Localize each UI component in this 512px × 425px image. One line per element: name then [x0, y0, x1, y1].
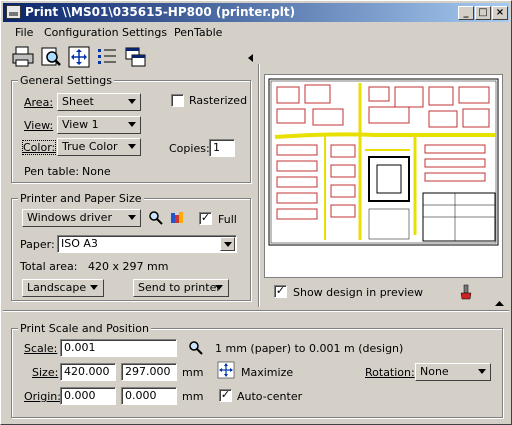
list-icon[interactable]: [95, 45, 119, 69]
orientation-button[interactable]: Landscape: [22, 279, 104, 297]
area-select[interactable]: Sheet: [57, 93, 141, 111]
scale-input[interactable]: 0.001: [60, 339, 177, 357]
menu-configuration[interactable]: Configuration: [44, 26, 119, 39]
chevron-down-icon: [128, 122, 136, 127]
rotation-select[interactable]: None: [415, 363, 491, 381]
chevron-down-icon: [478, 369, 486, 374]
total-area-label: Total area:: [20, 260, 78, 273]
size-label: Size:: [32, 366, 59, 379]
pentable-label: Pen table:: [24, 165, 80, 178]
full-checkbox[interactable]: ✓: [199, 212, 212, 225]
color-select[interactable]: True Color: [57, 138, 141, 156]
paper-select[interactable]: ISO A3: [57, 235, 237, 253]
origin-unit: mm: [182, 390, 204, 403]
printer-properties-icon[interactable]: [169, 210, 185, 226]
chevron-down-icon: [215, 285, 223, 290]
scale-description: 1 mm (paper) to 0.001 m (design): [215, 342, 404, 355]
view-label: View:: [24, 119, 54, 132]
printer-icon[interactable]: [11, 45, 35, 69]
origin-y-input[interactable]: 0.000: [121, 387, 177, 405]
color-label: Color:: [21, 140, 57, 155]
scale-label: Scale:: [24, 342, 58, 355]
color-value: True Color: [62, 140, 118, 153]
autocenter-label: Auto-center: [237, 390, 303, 403]
menu-pentable[interactable]: PenTable: [174, 26, 222, 39]
maximize-icon[interactable]: [217, 361, 235, 379]
pen-icon[interactable]: [459, 284, 473, 300]
printer-title-icon: [6, 5, 21, 19]
autocenter-checkbox[interactable]: ✓: [219, 389, 232, 402]
menu-bar: File Configuration Settings PenTable: [3, 24, 509, 42]
chevron-down-icon: [128, 215, 136, 220]
chevron-down-icon: [128, 144, 136, 149]
show-design-checkbox[interactable]: ✓: [274, 285, 287, 298]
general-settings-title: General Settings: [18, 74, 114, 87]
copies-label: Copies:: [169, 142, 210, 155]
total-area-value: 420 x 297 mm: [88, 260, 169, 273]
title-bar: Print \\MS01\035615-HP800 (printer.plt) …: [3, 3, 509, 22]
area-value: Sheet: [62, 95, 94, 108]
area-label: Area:: [24, 96, 54, 109]
window-title: Print \\MS01\035615-HP800 (printer.plt): [25, 5, 296, 19]
print-dialog: Print \\MS01\035615-HP800 (printer.plt) …: [0, 0, 512, 425]
paper-dropdown-button[interactable]: [220, 237, 235, 251]
plot-preview: [264, 74, 503, 278]
drawing-preview-image: [268, 78, 499, 246]
rotation-label: Rotation:: [365, 366, 415, 379]
full-label: Full: [218, 213, 237, 226]
view-value: View 1: [62, 118, 99, 131]
window-icon[interactable]: [123, 45, 147, 69]
menu-file[interactable]: File: [15, 26, 33, 39]
paper-value: ISO A3: [61, 237, 98, 250]
printer-paper-title: Printer and Paper Size: [18, 192, 144, 205]
fit-icon[interactable]: [67, 45, 91, 69]
rasterized-checkbox[interactable]: [171, 94, 184, 107]
send-to-printer-button[interactable]: Send to printer: [133, 279, 229, 297]
origin-label: Origin:: [24, 390, 61, 403]
minimize-button[interactable]: _: [458, 6, 474, 20]
send-to-printer-label: Send to printer: [138, 281, 221, 294]
size-height-input[interactable]: 297.000: [121, 363, 177, 381]
rasterized-label: Rasterized: [189, 94, 248, 107]
pentable-value: None: [82, 165, 111, 178]
origin-x-input[interactable]: 0.000: [60, 387, 116, 405]
chevron-down-icon: [128, 99, 136, 104]
driver-select[interactable]: Windows driver: [22, 209, 141, 227]
orientation-value: Landscape: [27, 281, 87, 294]
preview-icon[interactable]: [39, 45, 63, 69]
menu-settings[interactable]: Settings: [122, 26, 167, 39]
size-unit: mm: [182, 366, 204, 379]
chevron-down-icon: [224, 242, 232, 247]
panel-separator: [258, 64, 260, 307]
driver-value: Windows driver: [27, 211, 112, 224]
size-width-input[interactable]: 420.000: [60, 363, 116, 381]
collapse-up-icon[interactable]: [495, 300, 504, 307]
collapse-left-icon[interactable]: [247, 54, 255, 62]
copies-input[interactable]: 1: [209, 139, 235, 157]
maximize-button[interactable]: □: [475, 6, 491, 20]
chevron-down-icon: [90, 285, 98, 290]
rotation-value: None: [420, 365, 449, 378]
view-select[interactable]: View 1: [57, 116, 141, 134]
search-icon[interactable]: [148, 210, 164, 226]
paper-label: Paper:: [20, 238, 55, 251]
search-icon[interactable]: [188, 340, 204, 356]
maximize-label: Maximize: [241, 366, 294, 379]
show-design-label: Show design in preview: [293, 286, 424, 299]
close-button[interactable]: ×: [492, 6, 508, 20]
horizontal-separator: [3, 310, 509, 312]
scale-position-title: Print Scale and Position: [18, 322, 151, 335]
